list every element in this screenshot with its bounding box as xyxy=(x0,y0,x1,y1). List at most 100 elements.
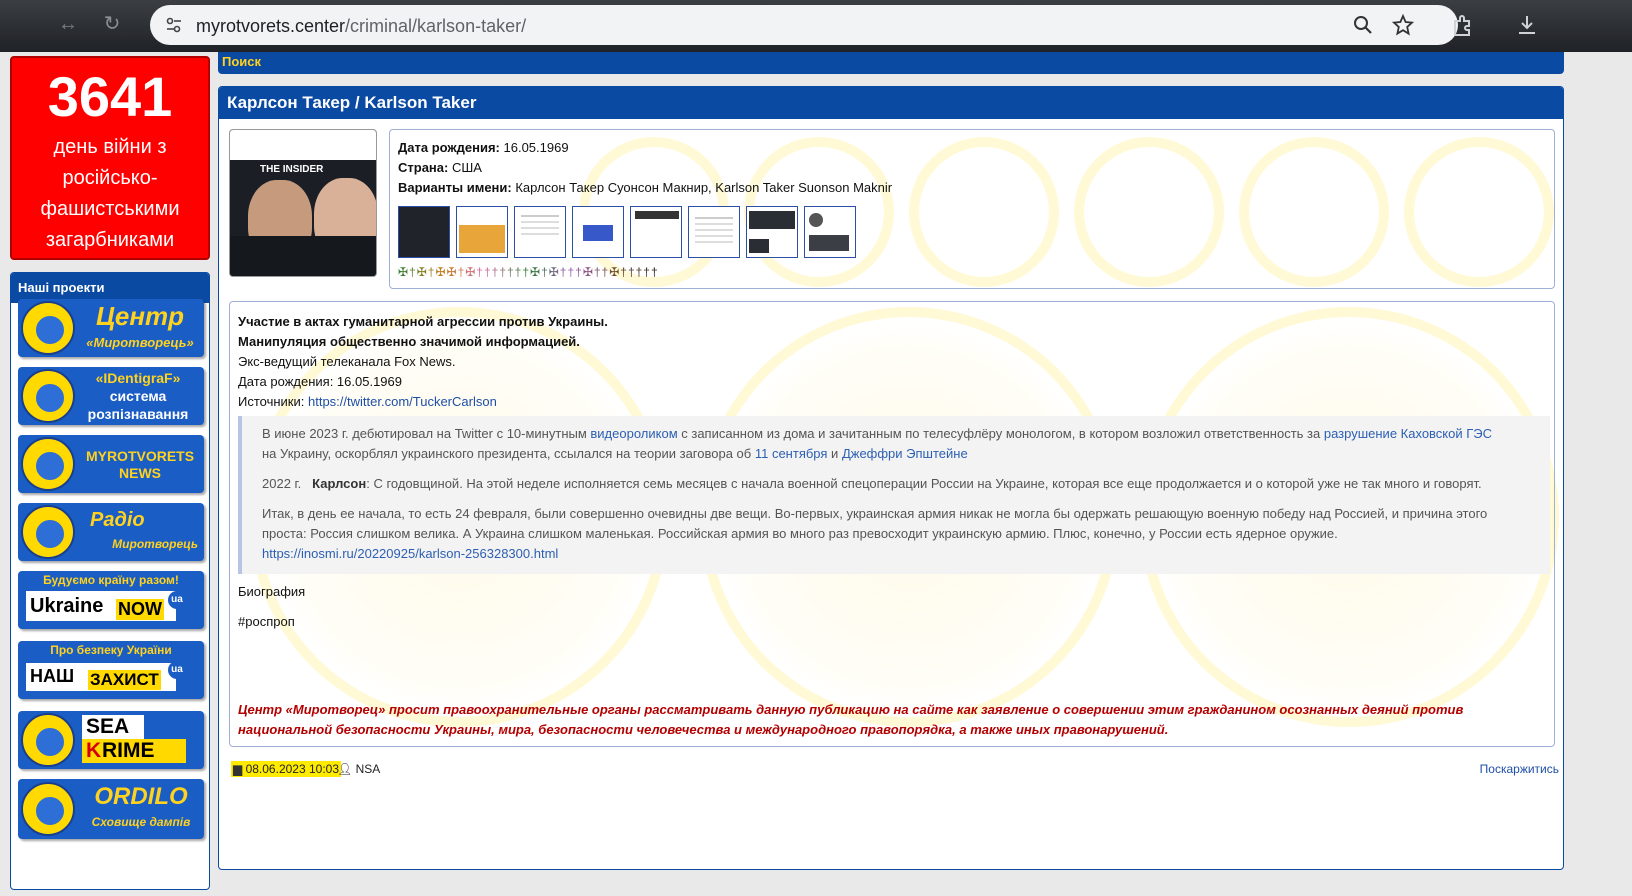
quote-speaker: Карлсон xyxy=(312,476,367,491)
project-subtitle: «Миротворець» xyxy=(86,335,194,350)
url-path: /criminal/karlson-taker/ xyxy=(345,16,527,36)
record-body: Участие в актах гуманитарной агрессии пр… xyxy=(229,301,1555,747)
quote-text: : С годовщиной. На этой неделе исполняет… xyxy=(366,476,1482,491)
birth-line: Дата рождения: 16.05.1969 xyxy=(238,374,402,389)
project-radio[interactable]: Радіо Миротворець xyxy=(18,503,204,561)
project-subtitle: система xyxy=(109,388,167,404)
project-identigraf[interactable]: «IDentigraF» система розпізнавання xyxy=(18,367,204,425)
zoom-icon[interactable] xyxy=(1352,14,1374,36)
evidence-thumbnail[interactable] xyxy=(398,206,450,258)
project-subtitle: розпізнавання xyxy=(87,406,189,422)
project-subtitle: NEWS xyxy=(119,465,161,481)
names-label: Варианты имени: xyxy=(398,180,512,195)
hashtag: #роспроп xyxy=(238,614,295,629)
kakhovka-link[interactable]: разрушение Каховской ГЭС xyxy=(1324,426,1492,441)
cross-markers-text: ✠†✠†✠✠†✠†††††††✠†✠†††✠††✠††††† xyxy=(398,265,659,279)
top-nav-bar: Поиск xyxy=(218,52,1564,74)
record-panel: Карлсон Такер / Karlson Taker THE INSIDE… xyxy=(218,86,1564,870)
biography-label: Биография xyxy=(238,584,306,599)
address-bar[interactable]: myrotvorets.center/criminal/karlson-take… xyxy=(150,5,1458,45)
quote-line: на Украину, оскорблял украинского презид… xyxy=(262,446,968,461)
video-link[interactable]: видеороликом xyxy=(590,426,677,441)
project-ordilo[interactable]: ORDILO Сховище дампів xyxy=(18,779,204,839)
evidence-thumbnail[interactable] xyxy=(746,206,798,258)
reload-icon[interactable]: ↻ xyxy=(100,12,124,36)
twitter-source-link[interactable]: https://twitter.com/TuckerCarlson xyxy=(308,394,497,409)
war-day-number: 3641 xyxy=(47,65,173,128)
logo-word: NOW xyxy=(116,599,164,620)
epstein-link[interactable]: Джеффри Эпштейне xyxy=(842,446,968,461)
logo-word: ЗАХИСТ xyxy=(88,670,161,690)
site-settings-icon[interactable] xyxy=(164,15,184,35)
myrotvorets-emblem-icon xyxy=(21,301,75,355)
birth-value: 16.05.1969 xyxy=(503,140,569,155)
profile-photo[interactable]: THE INSIDER xyxy=(229,129,377,277)
identigraf-emblem-icon xyxy=(21,369,75,423)
birth-label: Дата рождения: xyxy=(398,140,500,155)
ua-badge: ua xyxy=(168,661,186,679)
september-11-link[interactable]: 11 сентября xyxy=(755,446,828,461)
charge-line: Участие в актах гуманитарной агрессии пр… xyxy=(238,314,608,329)
country-label: Страна: xyxy=(398,160,449,175)
evidence-thumbnail[interactable] xyxy=(804,206,856,258)
sources-line: Источники: https://twitter.com/TuckerCar… xyxy=(238,394,497,409)
project-ukraine-now[interactable]: Будуємо країну разом! Ukraine NOW ua xyxy=(18,571,204,629)
project-sea-krime[interactable]: SEA K RIME xyxy=(18,711,204,769)
url-text[interactable]: myrotvorets.center/criminal/karlson-take… xyxy=(196,16,526,37)
logo-letter: K xyxy=(86,739,102,762)
country-value: США xyxy=(451,160,482,175)
radio-emblem-icon xyxy=(21,505,75,559)
project-title: ORDILO xyxy=(94,783,188,810)
project-myrotvorets-center[interactable]: Центр «Миротворець» xyxy=(18,299,204,357)
project-title: Радіо xyxy=(90,509,145,531)
project-title: Про безпеку України xyxy=(50,643,172,657)
evidence-thumbnail[interactable] xyxy=(514,206,566,258)
sea-krime-logo-bottom: K RIME xyxy=(82,739,186,763)
project-nash-zakhyst[interactable]: Про безпеку України НАШ ЗАХИСТ ua xyxy=(18,641,204,699)
quote-line: https://inosmi.ru/20220925/karlson-25632… xyxy=(262,546,558,561)
quote-text: и xyxy=(827,446,842,461)
url-host: myrotvorets.center xyxy=(196,16,346,36)
extensions-puzzle-icon[interactable] xyxy=(1450,12,1476,38)
ordilo-emblem-icon xyxy=(21,782,75,836)
ukraine-now-logo: Ukraine NOW xyxy=(26,591,176,621)
logo-word: RIME xyxy=(102,739,155,762)
inosmi-link[interactable]: https://inosmi.ru/20220925/karlson-25632… xyxy=(262,546,558,561)
evidence-thumbnail[interactable] xyxy=(572,206,624,258)
disclaimer-line: Центр «Миротворец» просит правоохранител… xyxy=(238,702,1464,717)
war-day-counter: 3641 день війни з російсько- фашистським… xyxy=(10,56,210,260)
sources-label: Источники: xyxy=(238,394,305,409)
logo-word: SEA xyxy=(86,715,130,738)
download-icon[interactable] xyxy=(1514,12,1540,38)
evidence-thumbnail[interactable] xyxy=(630,206,682,258)
complain-link[interactable]: Поскаржитись xyxy=(1480,762,1559,776)
nash-zakhyst-logo: НАШ ЗАХИСТ xyxy=(26,663,176,691)
search-link[interactable]: Поиск xyxy=(222,54,261,69)
legal-disclaimer: Центр «Миротворец» просит правоохранител… xyxy=(238,700,1538,740)
evidence-thumbnail[interactable] xyxy=(456,206,508,258)
quote-line: В июне 2023 г. дебютировал на Twitter с … xyxy=(262,426,1492,441)
ua-badge: ua xyxy=(168,591,186,609)
info-box: Дата рождения: 16.05.1969 Страна: США Ва… xyxy=(389,129,1555,289)
project-myrotvorets-news[interactable]: MYROTVORETS NEWS xyxy=(18,435,204,493)
names-value: Карлсон Такер Суонсон Макнир, Karlson Ta… xyxy=(515,180,893,195)
country-row: Страна: США xyxy=(398,160,482,175)
quote-text: В июне 2023 г. дебютировал на Twitter с … xyxy=(262,426,591,441)
myrotvorets-emblem-icon xyxy=(21,437,75,491)
record-footer: ▆ 08.06.2023 10:03 👤︎ NSA Поскаржитись xyxy=(219,759,1563,783)
disclaimer-line: национальной безопасности Украины, мира,… xyxy=(238,722,1169,737)
bookmark-star-icon[interactable] xyxy=(1392,14,1414,36)
birth-row: Дата рождения: 16.05.1969 xyxy=(398,140,569,155)
publish-date-text: 08.06.2023 10:03 xyxy=(245,762,339,776)
evidence-thumbnail[interactable] xyxy=(688,206,740,258)
project-title: Будуємо країну разом! xyxy=(43,573,179,587)
charge-line: Манипуляция общественно значимой информа… xyxy=(238,334,580,349)
counter-text-line: день війни з xyxy=(53,136,167,158)
author: 👤︎ NSA xyxy=(337,762,380,776)
sea-krime-logo-top: SEA xyxy=(82,715,144,739)
author-name: NSA xyxy=(355,762,381,776)
publish-date: ▆ 08.06.2023 10:03 xyxy=(231,761,341,777)
calendar-icon: ▆ xyxy=(233,762,243,776)
quote-year: 2022 г. xyxy=(262,476,302,491)
forward-arrow-icon[interactable]: → xyxy=(56,12,80,36)
